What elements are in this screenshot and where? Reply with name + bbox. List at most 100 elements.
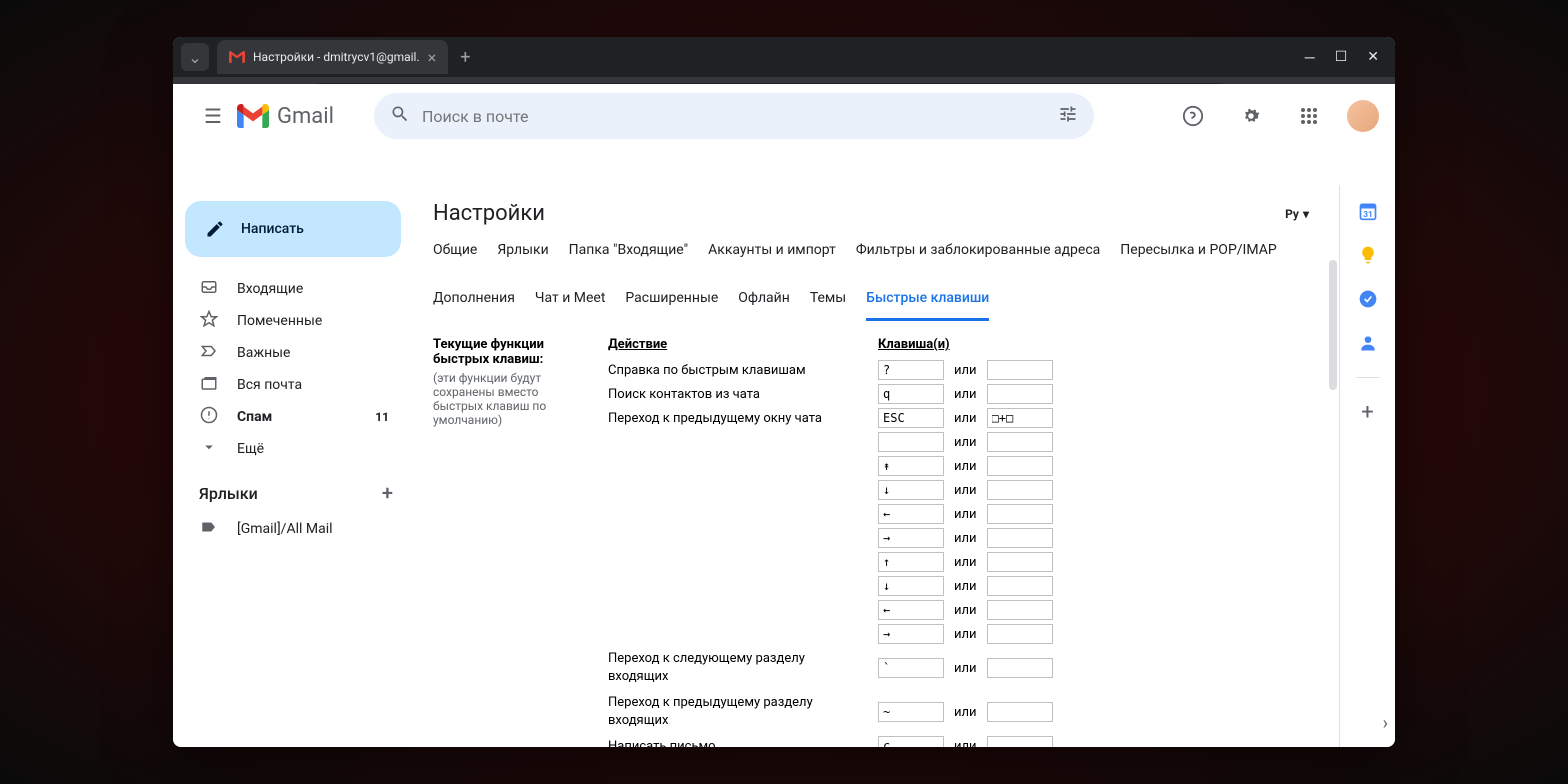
sidebar-item-spam[interactable]: Спам11 bbox=[173, 401, 401, 433]
shortcut-keys-row: или bbox=[878, 550, 1053, 574]
search-options-icon[interactable] bbox=[1058, 121, 1078, 129]
shortcut-key-primary[interactable] bbox=[878, 576, 944, 596]
add-panel-button[interactable]: + bbox=[1358, 402, 1378, 422]
add-label-button[interactable]: + bbox=[382, 481, 393, 505]
shortcut-key-primary[interactable] bbox=[878, 360, 944, 380]
sidebar-item-inbox[interactable]: Входящие bbox=[173, 273, 401, 305]
shortcut-key-primary[interactable] bbox=[878, 384, 944, 404]
shortcut-action: Написать письмо bbox=[608, 734, 858, 747]
settings-tab[interactable]: Дополнения bbox=[433, 290, 515, 321]
settings-tab[interactable]: Чат и Meet bbox=[535, 290, 606, 321]
shortcut-key-secondary[interactable] bbox=[987, 600, 1053, 620]
shortcut-keys-row: или bbox=[878, 622, 1053, 646]
shortcut-key-primary[interactable] bbox=[878, 624, 944, 644]
shortcut-key-secondary[interactable] bbox=[987, 624, 1053, 644]
shortcut-keys-row: или bbox=[878, 454, 1053, 478]
close-tab-icon[interactable]: × bbox=[428, 48, 437, 67]
settings-tab[interactable]: Фильтры и заблокированные адреса bbox=[856, 242, 1100, 270]
label-item[interactable]: [Gmail]/All Mail bbox=[173, 513, 401, 545]
shortcut-action bbox=[608, 574, 858, 598]
shortcut-key-secondary[interactable] bbox=[987, 552, 1053, 572]
maximize-button[interactable]: ☐ bbox=[1335, 49, 1348, 66]
shortcut-keys-row: или bbox=[878, 478, 1053, 502]
gmail-favicon bbox=[229, 49, 245, 65]
language-selector[interactable]: Ру ▾ bbox=[1285, 207, 1309, 221]
gmail-logo-icon bbox=[237, 121, 269, 128]
sidebar-item-allmail[interactable]: Вся почта bbox=[173, 369, 401, 401]
shortcut-action: Справка по быстрым клавишам bbox=[608, 358, 858, 382]
shortcut-action bbox=[608, 478, 858, 502]
shortcut-key-primary[interactable] bbox=[878, 528, 944, 548]
shortcuts-subtext: (эти функции будут сохранены вместо быст… bbox=[433, 371, 588, 427]
settings-tab[interactable]: Общие bbox=[433, 242, 477, 270]
keep-icon[interactable] bbox=[1358, 245, 1378, 265]
svg-text:31: 31 bbox=[1363, 210, 1373, 220]
shortcut-action: Поиск контактов из чата bbox=[608, 382, 858, 406]
gmail-logo[interactable]: Gmail bbox=[237, 121, 334, 129]
contacts-icon[interactable] bbox=[1358, 333, 1378, 353]
shortcut-keys-row: или bbox=[878, 502, 1053, 526]
shortcut-key-secondary[interactable] bbox=[987, 360, 1053, 380]
sidebar-item-important[interactable]: Важные bbox=[173, 337, 401, 369]
shortcut-key-secondary[interactable] bbox=[987, 702, 1053, 722]
compose-button[interactable]: Написать bbox=[185, 201, 401, 257]
tasks-icon[interactable] bbox=[1358, 289, 1378, 309]
sidebar-item-star[interactable]: Помеченные bbox=[173, 305, 401, 337]
scrollbar[interactable] bbox=[1329, 260, 1337, 390]
shortcut-key-secondary[interactable] bbox=[987, 432, 1053, 452]
window-controls: ─ ☐ ✕ bbox=[1305, 49, 1395, 66]
close-window-button[interactable]: ✕ bbox=[1367, 49, 1379, 66]
shortcut-key-primary[interactable] bbox=[878, 432, 944, 452]
shortcut-key-secondary[interactable] bbox=[987, 576, 1053, 596]
tab-title: Настройки - dmitrycv1@gmail. bbox=[253, 50, 420, 64]
settings-tab[interactable]: Пересылка и POP/IMAP bbox=[1120, 242, 1276, 270]
settings-panel: Настройки Ру ▾ ОбщиеЯрлыкиПапка "Входящи… bbox=[413, 185, 1339, 747]
help-icon[interactable] bbox=[1173, 121, 1213, 136]
shortcut-keys-row: или bbox=[878, 690, 1053, 734]
shortcut-key-secondary[interactable] bbox=[987, 504, 1053, 524]
pencil-icon bbox=[205, 219, 225, 239]
shortcut-key-primary[interactable] bbox=[878, 658, 944, 678]
shortcut-key-primary[interactable] bbox=[878, 504, 944, 524]
new-tab-button[interactable]: + bbox=[460, 47, 470, 68]
settings-tab[interactable]: Офлайн bbox=[738, 290, 790, 321]
shortcut-key-primary[interactable] bbox=[878, 408, 944, 428]
shortcut-key-secondary[interactable] bbox=[987, 480, 1053, 500]
shortcut-key-primary[interactable] bbox=[878, 480, 944, 500]
settings-tab[interactable]: Ярлыки bbox=[497, 242, 548, 270]
shortcut-key-primary[interactable] bbox=[878, 456, 944, 476]
tab-search-button[interactable]: ⌄ bbox=[181, 43, 209, 71]
shortcut-key-secondary[interactable] bbox=[987, 384, 1053, 404]
shortcut-key-secondary[interactable] bbox=[987, 736, 1053, 747]
search-icon[interactable] bbox=[390, 121, 410, 129]
settings-tab[interactable]: Аккаунты и импорт bbox=[708, 242, 836, 270]
shortcut-key-secondary[interactable] bbox=[987, 408, 1053, 428]
hamburger-menu-icon[interactable]: ☰ bbox=[189, 121, 237, 140]
minimize-button[interactable]: ─ bbox=[1305, 49, 1315, 66]
calendar-icon[interactable]: 31 bbox=[1358, 201, 1378, 221]
account-avatar[interactable] bbox=[1347, 121, 1379, 132]
settings-tab[interactable]: Расширенные bbox=[625, 290, 718, 321]
shortcut-action bbox=[608, 598, 858, 622]
shortcut-action: Переход к следующему разделу входящих bbox=[608, 646, 858, 690]
chevron-down-icon: ▾ bbox=[1303, 207, 1309, 221]
settings-tab[interactable]: Быстрые клавиши bbox=[866, 290, 989, 321]
shortcut-key-primary[interactable] bbox=[878, 736, 944, 747]
shortcut-key-primary[interactable] bbox=[878, 552, 944, 572]
search-bar[interactable] bbox=[374, 121, 1094, 139]
settings-icon[interactable] bbox=[1231, 121, 1271, 136]
shortcut-key-primary[interactable] bbox=[878, 600, 944, 620]
sidebar-item-more[interactable]: Ещё bbox=[173, 433, 401, 465]
apps-icon[interactable] bbox=[1289, 121, 1329, 136]
shortcut-key-secondary[interactable] bbox=[987, 456, 1053, 476]
search-input[interactable] bbox=[422, 121, 1046, 126]
shortcut-key-secondary[interactable] bbox=[987, 528, 1053, 548]
settings-tab[interactable]: Папка "Входящие" bbox=[569, 242, 688, 270]
browser-tab[interactable]: Настройки - dmitrycv1@gmail. × bbox=[217, 40, 448, 74]
shortcut-key-primary[interactable] bbox=[878, 702, 944, 722]
shortcut-key-secondary[interactable] bbox=[987, 658, 1053, 678]
more-icon bbox=[199, 438, 219, 460]
expand-panel-icon[interactable]: › bbox=[1383, 713, 1388, 734]
sidebar: Написать ВходящиеПомеченныеВажныеВся поч… bbox=[173, 185, 413, 747]
settings-tab[interactable]: Темы bbox=[810, 290, 846, 321]
